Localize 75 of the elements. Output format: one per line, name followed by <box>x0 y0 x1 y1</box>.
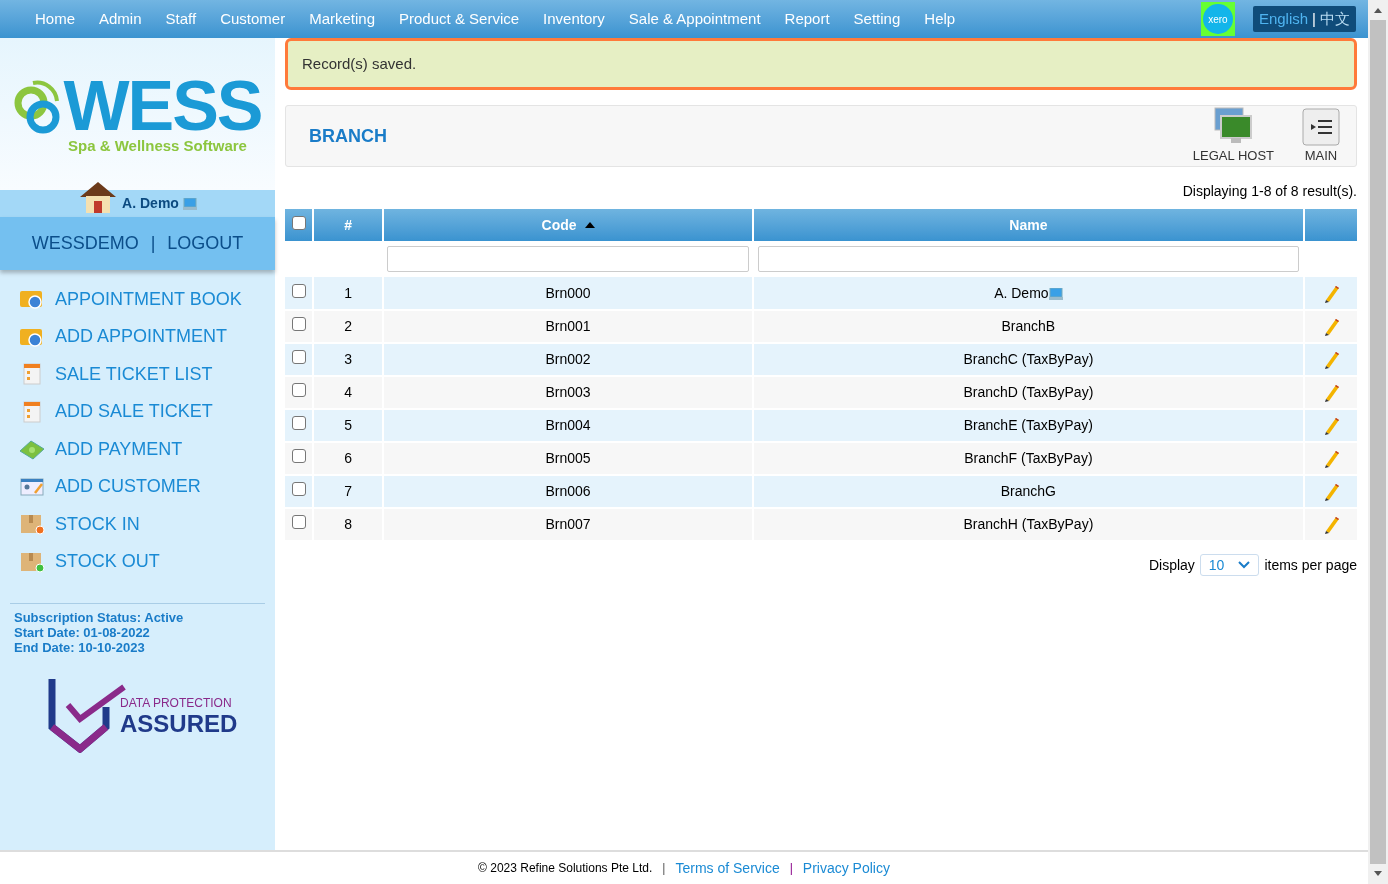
xero-button[interactable]: xero <box>1200 2 1235 36</box>
nav-link[interactable]: Sale & Appointment <box>616 7 773 31</box>
row-checkbox[interactable] <box>291 416 306 430</box>
table-cell: BranchF (TaxByPay) <box>964 450 1093 466</box>
subscription-text: Start Date: 01-08-2022 <box>14 625 151 640</box>
computer-icon <box>1048 287 1063 300</box>
table-cell: BranchE (TaxByPay) <box>963 417 1093 433</box>
pager-suffix: items per page <box>1264 555 1357 575</box>
header-cell[interactable]: # <box>313 209 384 241</box>
nav-link[interactable]: Help <box>912 7 968 31</box>
table-cell: BranchG <box>1000 483 1056 499</box>
terms-link[interactable]: Terms of Service <box>675 857 780 879</box>
table-cell: Brn007 <box>383 508 753 541</box>
table-cell: A. Demo <box>994 284 1049 301</box>
nav-link[interactable]: Inventory <box>531 7 617 31</box>
row-checkbox[interactable] <box>291 283 306 298</box>
result-count: Displaying 1-8 of 8 result(s). <box>1182 183 1357 199</box>
name-filter-field[interactable] <box>757 246 1299 272</box>
table-cell: BranchC (TaxByPay) <box>963 351 1094 367</box>
nav-link[interactable]: Setting <box>841 7 913 31</box>
code-filter-field[interactable] <box>387 246 749 272</box>
select-all-checkbox[interactable] <box>291 215 306 230</box>
row-checkbox[interactable] <box>291 383 306 397</box>
privacy-link[interactable]: Privacy Policy <box>802 857 890 879</box>
row-checkbox[interactable] <box>291 515 306 529</box>
sidebar-menu-item[interactable]: STOCK OUT <box>19 548 275 575</box>
subscription-text: End Date: 10-10-2023 <box>14 640 146 655</box>
toolbar-button[interactable]: MAIN <box>1302 108 1340 166</box>
page-title: BRANCH <box>309 124 387 148</box>
header-cell <box>1303 209 1357 241</box>
table-cell: BranchD (TaxByPay) <box>963 384 1094 400</box>
scrollbar[interactable] <box>1368 0 1388 884</box>
copyright-text: © 2023 Refine Solutions Pte Ltd. <box>478 860 653 877</box>
nav-link[interactable]: Staff <box>153 7 209 31</box>
list-icon <box>1302 108 1340 147</box>
page-size-select[interactable]: 10 <box>1199 554 1260 576</box>
nav-link[interactable]: Home <box>23 7 87 31</box>
nav-link[interactable]: Customer <box>208 7 298 31</box>
row-checkbox[interactable] <box>291 482 306 496</box>
sidebar-menu-item[interactable]: STOCK IN <box>19 511 275 538</box>
sidebar-menu-item[interactable]: ADD APPOINTMENT <box>19 323 275 350</box>
nav-link[interactable]: Admin <box>87 7 154 31</box>
separator-text: | <box>150 232 156 255</box>
subscription-text: Subscription Status: Active <box>14 610 185 625</box>
separator-text: | <box>662 860 666 877</box>
language-option[interactable]: 中文 <box>1320 7 1350 31</box>
header-cell[interactable]: Code <box>383 209 753 241</box>
row-checkbox[interactable] <box>291 317 306 331</box>
data-protection-badge: DATA PROTECTION ASSURED <box>48 677 275 753</box>
nav-link[interactable]: Marketing <box>297 7 388 31</box>
pager-label: Display <box>1148 555 1195 575</box>
sidebar-menu-item[interactable]: SALE TICKET LIST <box>19 361 275 388</box>
language-option[interactable]: English <box>1258 7 1309 31</box>
header-cell[interactable]: Name <box>752 209 1304 241</box>
nav-link[interactable]: Product & Service <box>387 7 532 31</box>
separator-text: | <box>789 860 793 877</box>
nav-link[interactable]: Report <box>772 7 842 31</box>
sidebar-menu-item[interactable]: APPOINTMENT BOOK <box>19 286 275 313</box>
success-alert: Record(s) saved. <box>285 38 1357 90</box>
logo: WESS Spa & Wellness Software <box>0 38 275 190</box>
table-cell: 8 <box>313 508 384 541</box>
sidebar-menu-item[interactable]: ADD PAYMENT <box>19 436 275 463</box>
sidebar-menu-item[interactable]: ADD CUSTOMER <box>19 473 275 500</box>
row-checkbox[interactable] <box>291 449 306 463</box>
chevron-down-icon <box>1238 561 1251 569</box>
separator-text: | <box>1312 8 1316 29</box>
sidebar-menu-item[interactable]: ADD SALE TICKET <box>19 398 275 425</box>
table-cell: BranchH (TaxByPay) <box>963 516 1094 532</box>
logout-link[interactable]: LOGOUT <box>167 230 244 257</box>
computer-icon <box>182 197 197 210</box>
toolbar-button[interactable]: LEGAL HOST <box>1192 106 1274 166</box>
row-checkbox[interactable] <box>291 350 306 364</box>
table-cell: BranchB <box>1001 318 1056 334</box>
account-link[interactable]: WESSDEMO <box>31 230 139 257</box>
box-icon <box>19 512 45 537</box>
